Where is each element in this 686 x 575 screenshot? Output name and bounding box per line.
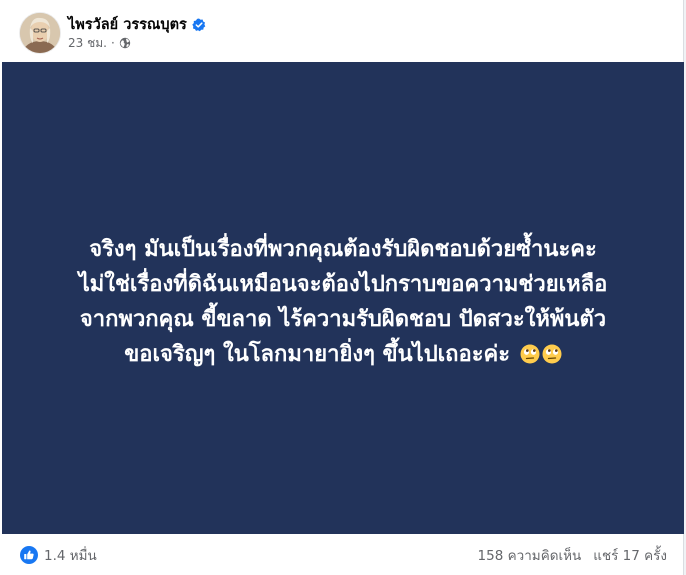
verified-badge-icon [192,17,206,32]
post-header: ไพรวัลย์ วรรณบุตร 23 ชม. · [0,0,684,62]
post-card: ไพรวัลย์ วรรณบุตร 23 ชม. · จริงๆ มันเป็น… [0,0,684,575]
reaction-count: 1.4 หมื่น [44,548,97,564]
shares-count-link[interactable]: แชร์ 17 ครั้ง [593,544,667,566]
avatar-image [20,13,60,53]
post-text-image[interactable]: จริงๆ มันเป็นเรื่องที่พวกคุณต้องรับผิดชอ… [2,62,684,534]
post-text-line: จากพวกคุณ ขี้ขลาด ไร้ความรับผิดชอบ ปัดสว… [79,307,607,332]
comments-count-link[interactable]: 158 ความคิดเห็น [478,544,582,566]
post-text-line: จริงๆ มันเป็นเรื่องที่พวกคุณต้องรับผิดชอ… [89,237,597,262]
author-name[interactable]: ไพรวัลย์ วรรณบุตร [68,13,187,36]
post-meta: 23 ชม. · [68,35,131,51]
post-text-line: ไม่ใช่เรื่องที่ดิฉันเหมือนจะต้องไปกราบขอ… [78,272,608,297]
like-icon [20,546,38,564]
reactions-summary[interactable]: 1.4 หมื่น [20,546,97,564]
rolling-eyes-emoji-icon [542,340,562,364]
author-row: ไพรวัลย์ วรรณบุตร [68,14,206,34]
engagement-stats: 158 ความคิดเห็น แชร์ 17 ครั้ง [478,546,667,564]
post-timestamp[interactable]: 23 ชม. [68,34,107,53]
author-avatar[interactable] [20,13,60,53]
post-text-line-last: ขอเจริญๆ ในโลกมายายิ่งๆ ขึ้นไปเถอะค่ะ [2,337,684,372]
post-text: จริงๆ มันเป็นเรื่องที่พวกคุณต้องรับผิดชอ… [2,232,684,372]
meta-separator: · [110,36,115,50]
post-footer: 1.4 หมื่น 158 ความคิดเห็น แชร์ 17 ครั้ง [0,534,684,575]
post-text-line-content: ขอเจริญๆ ในโลกมายายิ่งๆ ขึ้นไปเถอะค่ะ [124,342,511,367]
rolling-eyes-emoji-icon [520,340,540,364]
globe-icon[interactable] [119,37,131,49]
